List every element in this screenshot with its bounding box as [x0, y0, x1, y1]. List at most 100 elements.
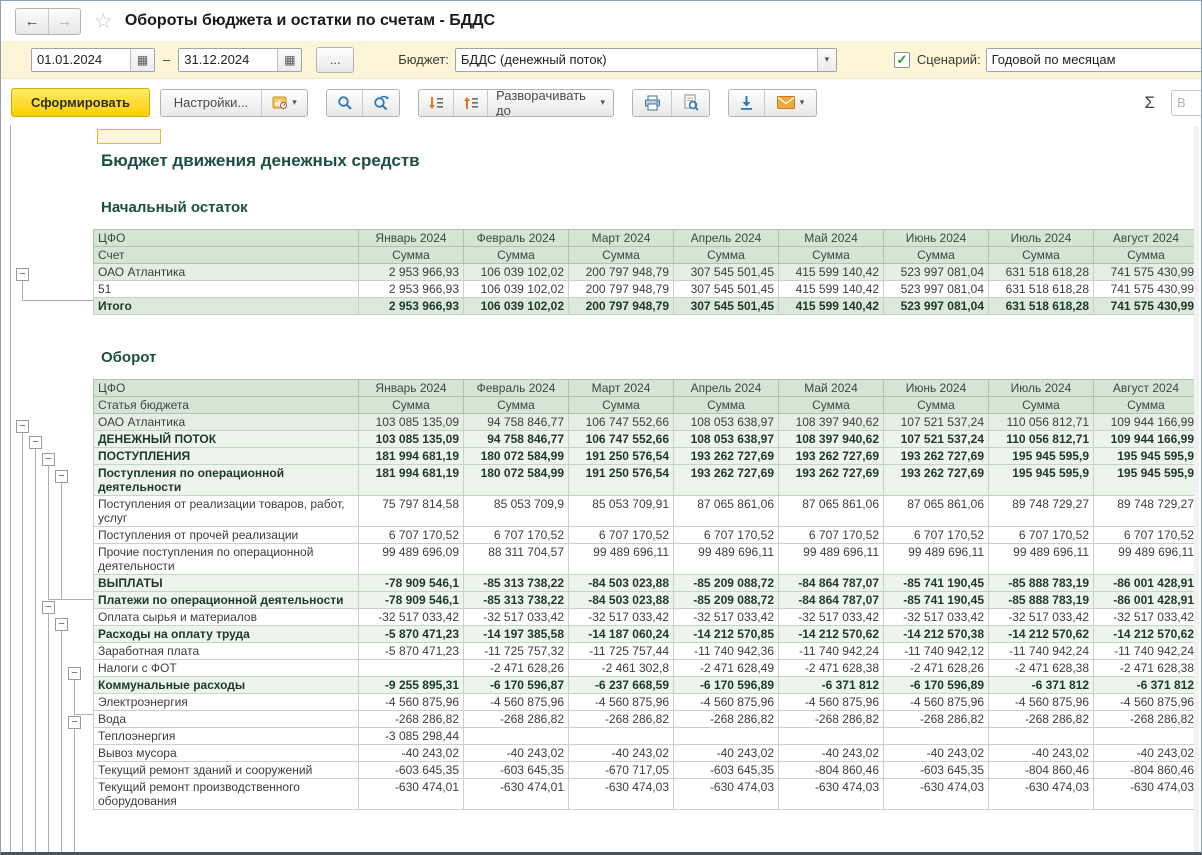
cell-value[interactable]: -6 371 812 [779, 677, 884, 694]
cell-value[interactable]: 110 056 812,71 [989, 431, 1094, 448]
cell-value[interactable]: 195 945 595,9 [1094, 465, 1199, 496]
collapse-group-button[interactable]: − [16, 420, 29, 433]
cell-value[interactable]: -85 741 190,45 [884, 592, 989, 609]
cell-value[interactable]: -14 197 385,58 [464, 626, 569, 643]
cell-value[interactable]: 191 250 576,54 [569, 465, 674, 496]
column-header-sum[interactable]: Сумма [1094, 397, 1199, 414]
cell-value[interactable]: -4 560 875,96 [674, 694, 779, 711]
cell-value[interactable]: 108 053 638,97 [674, 431, 779, 448]
cell-value[interactable]: -630 474,03 [569, 779, 674, 810]
column-header-sum[interactable]: Сумма [674, 397, 779, 414]
cell-value[interactable]: -85 313 738,22 [464, 575, 569, 592]
cell-value[interactable]: -85 313 738,22 [464, 592, 569, 609]
cell-value[interactable]: -86 001 428,91 [1094, 575, 1199, 592]
scenario-input[interactable] [987, 49, 1201, 71]
row-label[interactable]: Итого [94, 298, 359, 315]
cell-value[interactable]: -6 170 596,89 [674, 677, 779, 694]
cell-value[interactable]: -40 243,02 [1094, 745, 1199, 762]
cell-value[interactable]: 85 053 709,91 [569, 496, 674, 527]
cell-value[interactable]: -40 243,02 [779, 745, 884, 762]
cell-value[interactable]: -14 187 060,24 [569, 626, 674, 643]
collapse-group-button[interactable]: − [68, 716, 81, 729]
favorite-star-icon[interactable]: ☆ [94, 9, 113, 34]
column-header-month[interactable]: Январь 2024 [359, 380, 464, 397]
back-button[interactable]: ← [16, 9, 48, 34]
cell-value[interactable]: -32 517 033,42 [989, 609, 1094, 626]
cell-value[interactable]: 108 397 940,62 [779, 431, 884, 448]
row-label[interactable]: Оплата сырья и материалов [94, 609, 359, 626]
cell-value[interactable]: 6 707 170,52 [989, 527, 1094, 544]
collapse-group-button[interactable]: − [55, 618, 68, 631]
row-label[interactable]: Платежи по операционной деятельности [94, 592, 359, 609]
row-label[interactable]: Текущий ремонт производственного оборудо… [94, 779, 359, 810]
column-header-sum[interactable]: Сумма [569, 247, 674, 264]
collapse-groups-button[interactable] [453, 90, 487, 116]
cell-value[interactable]: -40 243,02 [884, 745, 989, 762]
cell-value[interactable]: -630 474,03 [1094, 779, 1199, 810]
column-header[interactable]: ЦФО [94, 230, 359, 247]
cell-value[interactable]: 200 797 948,79 [569, 281, 674, 298]
cell-value[interactable]: -603 645,35 [464, 762, 569, 779]
cell-value[interactable]: 523 997 081,04 [884, 281, 989, 298]
cell-value[interactable]: -630 474,03 [779, 779, 884, 810]
row-label[interactable]: Поступления по операционной деятельности [94, 465, 359, 496]
period-options-button[interactable]: ... [316, 47, 354, 73]
cell-value[interactable]: 2 953 966,93 [359, 281, 464, 298]
cell-value[interactable]: -85 741 190,45 [884, 575, 989, 592]
column-header-sum[interactable]: Сумма [464, 247, 569, 264]
cell-value[interactable]: -14 212 570,62 [1094, 626, 1199, 643]
cell-value[interactable]: 106 039 102,02 [464, 281, 569, 298]
send-email-button[interactable]: ▾ [764, 90, 816, 116]
expand-groups-button[interactable] [419, 90, 453, 116]
generate-report-button[interactable]: Сформировать [11, 88, 150, 117]
cell-value[interactable]: 631 518 618,28 [989, 298, 1094, 315]
cell-value[interactable]: -32 517 033,42 [1094, 609, 1199, 626]
column-header-month[interactable]: Апрель 2024 [674, 380, 779, 397]
collapse-group-button[interactable]: − [68, 667, 81, 680]
cell-value[interactable]: -2 471 628,38 [1094, 660, 1199, 677]
budget-input[interactable] [456, 49, 817, 71]
cell-value[interactable]: -2 471 628,38 [779, 660, 884, 677]
cell-value[interactable] [779, 728, 884, 745]
row-label[interactable]: ДЕНЕЖНЫЙ ПОТОК [94, 431, 359, 448]
collapse-group-button[interactable]: − [16, 268, 29, 281]
row-label[interactable]: Поступления от прочей реализации [94, 527, 359, 544]
column-header-sum[interactable]: Сумма [674, 247, 779, 264]
cell-value[interactable]: -630 474,01 [464, 779, 569, 810]
cell-value[interactable]: -9 255 895,31 [359, 677, 464, 694]
cell-value[interactable]: 99 489 696,11 [569, 544, 674, 575]
cell-value[interactable]: 523 997 081,04 [884, 264, 989, 281]
row-label[interactable]: ВЫПЛАТЫ [94, 575, 359, 592]
cell-value[interactable]: -85 888 783,19 [989, 592, 1094, 609]
cell-value[interactable]: -4 560 875,96 [1094, 694, 1199, 711]
column-header-sum[interactable]: Сумма [989, 397, 1094, 414]
cell-value[interactable]: -268 286,82 [464, 711, 569, 728]
cell-value[interactable]: -40 243,02 [989, 745, 1094, 762]
date-from-calendar-button[interactable]: ▦ [130, 49, 154, 71]
row-label[interactable]: ОАО Атлантика [94, 264, 359, 281]
cell-value[interactable]: -268 286,82 [569, 711, 674, 728]
save-file-button[interactable] [729, 90, 764, 116]
cell-value[interactable]: -40 243,02 [569, 745, 674, 762]
column-header-sum[interactable]: Сумма [359, 397, 464, 414]
row-label[interactable]: Налоги с ФОТ [94, 660, 359, 677]
cell-value[interactable] [1094, 728, 1199, 745]
date-to-calendar-button[interactable]: ▦ [277, 49, 301, 71]
cell-value[interactable]: 195 945 595,9 [1094, 448, 1199, 465]
column-header-sum[interactable]: Сумма [464, 397, 569, 414]
cell-value[interactable]: -5 870 471,23 [359, 626, 464, 643]
cell-value[interactable]: 193 262 727,69 [674, 448, 779, 465]
cell-value[interactable]: 108 397 940,62 [779, 414, 884, 431]
cell-value[interactable]: -268 286,82 [1094, 711, 1199, 728]
cell-value[interactable]: 106 747 552,66 [569, 431, 674, 448]
cell-value[interactable]: 106 039 102,02 [464, 298, 569, 315]
cell-value[interactable]: -603 645,35 [884, 762, 989, 779]
column-header-sum[interactable]: Сумма [569, 397, 674, 414]
cell-value[interactable]: 107 521 537,24 [884, 414, 989, 431]
cell-value[interactable]: -4 560 875,96 [359, 694, 464, 711]
cell-value[interactable]: 741 575 430,99 [1094, 298, 1199, 315]
cell-value[interactable]: 108 053 638,97 [674, 414, 779, 431]
cell-value[interactable]: 87 065 861,06 [884, 496, 989, 527]
cell-value[interactable]: 193 262 727,69 [884, 465, 989, 496]
cell-value[interactable]: -670 717,05 [569, 762, 674, 779]
